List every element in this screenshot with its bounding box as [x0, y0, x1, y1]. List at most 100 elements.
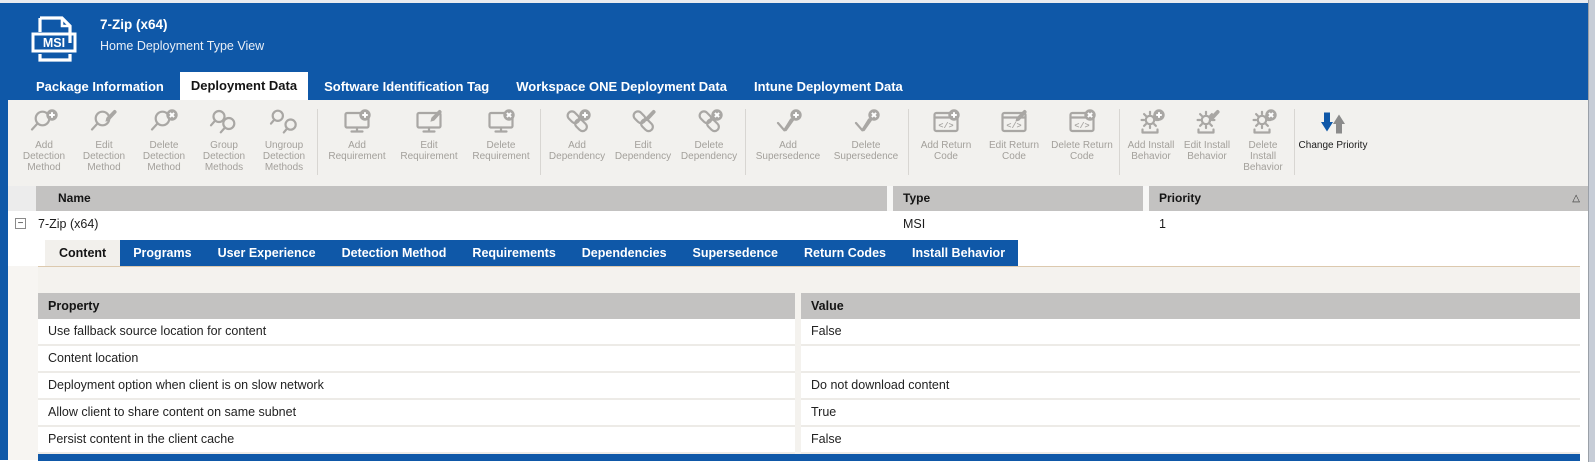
delete-dependency-button[interactable]: Delete Dependency: [676, 107, 742, 162]
change-priority-button[interactable]: Change Priority: [1298, 107, 1368, 151]
magnifier-add-icon: [29, 108, 59, 138]
gear-edit-icon: [1192, 108, 1222, 138]
grid-corner-cell: [8, 186, 36, 211]
tab-workspace-one-deployment-data[interactable]: Workspace ONE Deployment Data: [505, 73, 738, 100]
code-window-add-icon: </>: [931, 108, 961, 138]
button-label: Change Priority: [1299, 140, 1368, 151]
button-label: Add Detection Method: [14, 140, 74, 173]
subtab-requirements[interactable]: Requirements: [459, 240, 568, 266]
property-row[interactable]: Allow client to share content on same su…: [38, 400, 1580, 427]
group-detection-methods-button[interactable]: Group Detection Methods: [194, 107, 254, 173]
magnifier-edit-icon: [89, 108, 119, 138]
add-requirement-button[interactable]: Add Requirement: [321, 107, 393, 162]
button-label: Delete Install Behavior: [1235, 140, 1291, 173]
property-value-cell[interactable]: False: [801, 319, 1580, 346]
tab-package-information[interactable]: Package Information: [25, 73, 175, 100]
toolbar-separator: [540, 109, 541, 175]
tab-software-identification-tag[interactable]: Software Identification Tag: [313, 73, 500, 100]
package-title: 7-Zip (x64): [100, 17, 168, 32]
chain-delete-icon: [694, 108, 724, 138]
column-header-priority[interactable]: Priority △: [1149, 186, 1588, 211]
ungroup-detection-methods-button[interactable]: Ungroup Detection Methods: [254, 107, 314, 173]
button-label: Ungroup Detection Methods: [254, 140, 314, 173]
chain-edit-icon: [628, 108, 658, 138]
edit-install-behavior-button[interactable]: Edit Install Behavior: [1179, 107, 1235, 162]
subtab-detection-method[interactable]: Detection Method: [329, 240, 460, 266]
edit-dependency-button[interactable]: Edit Dependency: [610, 107, 676, 162]
monitor-delete-icon: [486, 108, 516, 138]
property-value-cell[interactable]: Do not download content: [801, 373, 1580, 400]
sort-ascending-icon[interactable]: △: [1572, 186, 1580, 211]
edit-return-code-button[interactable]: </> Edit Return Code: [980, 107, 1048, 162]
subtab-user-experience[interactable]: User Experience: [205, 240, 329, 266]
row-name-cell[interactable]: 7-Zip (x64): [36, 211, 887, 237]
toolbar-separator: [745, 109, 746, 175]
edit-detection-method-button[interactable]: Edit Detection Method: [74, 107, 134, 173]
window-right-edge[interactable]: [1588, 0, 1595, 462]
content-tab-panel: Property Value Use fallback source locat…: [38, 266, 1580, 460]
gear-add-icon: [1136, 108, 1166, 138]
property-value-cell[interactable]: True: [801, 400, 1580, 427]
magnifier-ungroup-icon: [269, 108, 299, 138]
deployment-type-row[interactable]: − 7-Zip (x64) MSI 1: [8, 211, 1588, 237]
subtab-supersedence[interactable]: Supersedence: [680, 240, 791, 266]
gear-delete-icon: [1248, 108, 1278, 138]
subtab-return-codes[interactable]: Return Codes: [791, 240, 899, 266]
row-priority-cell[interactable]: 1: [1149, 211, 1588, 237]
panel-left-padding: [8, 266, 38, 460]
msi-file-icon: MSI: [28, 15, 80, 70]
toolbar-separator: [1119, 109, 1120, 175]
property-table: Property Value Use fallback source locat…: [38, 293, 1580, 461]
property-row[interactable]: Use fallback source location for content…: [38, 319, 1580, 346]
svg-text:MSI: MSI: [43, 36, 65, 50]
subtab-install-behavior[interactable]: Install Behavior: [899, 240, 1018, 266]
column-header-name[interactable]: Name: [36, 186, 887, 211]
add-return-code-button[interactable]: </> Add Return Code: [912, 107, 980, 162]
subtab-programs[interactable]: Programs: [120, 240, 204, 266]
subtab-content[interactable]: Content: [45, 240, 120, 266]
collapse-expander-icon[interactable]: −: [15, 218, 26, 229]
tab-intune-deployment-data[interactable]: Intune Deployment Data: [743, 73, 914, 100]
delete-install-behavior-button[interactable]: Delete Install Behavior: [1235, 107, 1291, 173]
delete-return-code-button[interactable]: </> Delete Return Code: [1048, 107, 1116, 162]
button-label: Edit Detection Method: [74, 140, 134, 173]
column-header-property[interactable]: Property: [38, 293, 795, 319]
property-name-cell: Content location: [38, 346, 795, 373]
code-window-edit-icon: </>: [999, 108, 1029, 138]
column-header-priority-label: Priority: [1159, 186, 1201, 211]
toolbar-separator: [317, 109, 318, 175]
add-detection-method-button[interactable]: Add Detection Method: [14, 107, 74, 173]
add-dependency-button[interactable]: Add Dependency: [544, 107, 610, 162]
row-type-cell[interactable]: MSI: [893, 211, 1143, 237]
code-window-delete-icon: </>: [1067, 108, 1097, 138]
magnifier-delete-icon: [149, 108, 179, 138]
tab-deployment-data[interactable]: Deployment Data: [180, 72, 308, 100]
column-header-type[interactable]: Type: [893, 186, 1143, 211]
property-value-cell[interactable]: [801, 346, 1580, 373]
deployment-detail-tab-bar: Content Programs User Experience Detecti…: [45, 240, 1018, 266]
chain-add-icon: [562, 108, 592, 138]
column-header-value[interactable]: Value: [801, 293, 1580, 319]
magnifier-group-icon: [209, 108, 239, 138]
add-supersedence-button[interactable]: Add Supersedence: [749, 107, 827, 162]
subtab-dependencies[interactable]: Dependencies: [569, 240, 680, 266]
row-header-cell: −: [8, 211, 36, 237]
button-label: Add Return Code: [912, 140, 980, 162]
property-name-cell: Deployment option when client is on slow…: [38, 373, 795, 400]
edit-requirement-button[interactable]: Edit Requirement: [393, 107, 465, 162]
property-row[interactable]: Deployment option when client is on slow…: [38, 373, 1580, 400]
delete-detection-method-button[interactable]: Delete Detection Method: [134, 107, 194, 173]
button-label: Add Requirement: [321, 140, 393, 162]
property-row[interactable]: Persist content in the client cache Fals…: [38, 427, 1580, 454]
button-label: Delete Requirement: [465, 140, 537, 162]
button-label: Delete Supersedence: [827, 140, 905, 162]
screwdriver-add-icon: [773, 108, 803, 138]
property-row[interactable]: Content location: [38, 346, 1580, 373]
screwdriver-delete-icon: [851, 108, 881, 138]
property-value-cell[interactable]: False: [801, 427, 1580, 454]
delete-requirement-button[interactable]: Delete Requirement: [465, 107, 537, 162]
add-install-behavior-button[interactable]: Add Install Behavior: [1123, 107, 1179, 162]
delete-supersedence-button[interactable]: Delete Supersedence: [827, 107, 905, 162]
deployment-type-view-window: MSI 7-Zip (x64) Home Deployment Type Vie…: [0, 0, 1595, 462]
toolbar-separator: [908, 109, 909, 175]
